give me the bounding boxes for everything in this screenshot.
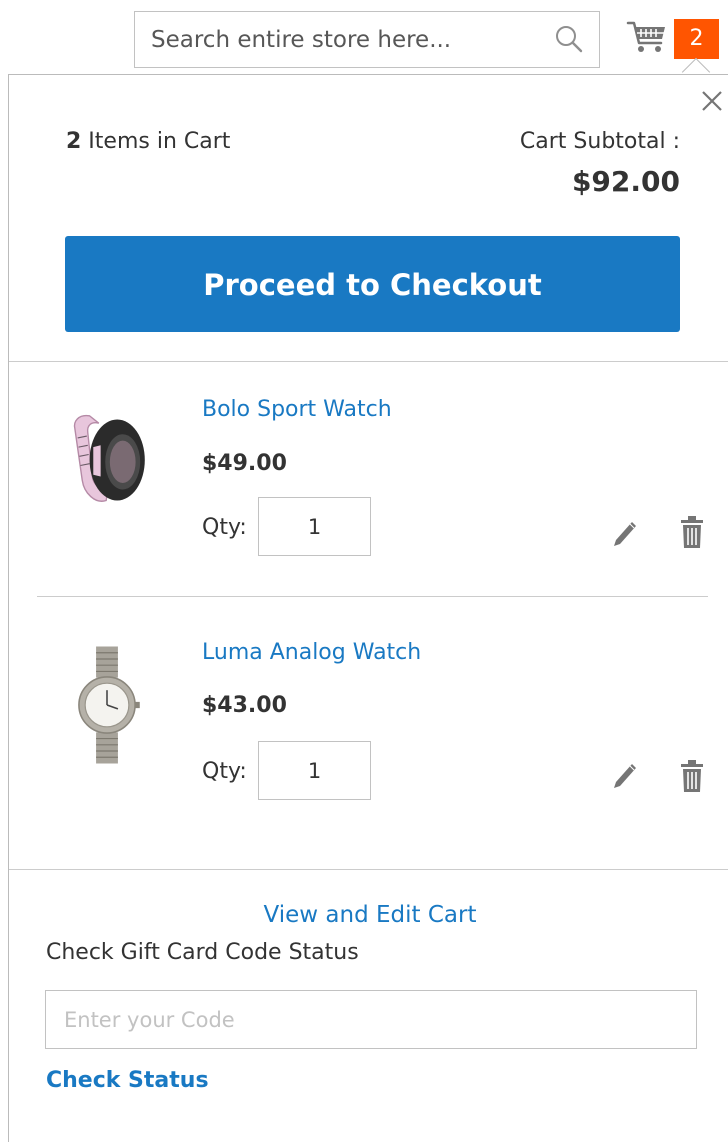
qty-label: Qty: [202,515,247,540]
cart-item-price: $49.00 [202,451,287,476]
items-count-number: 2 [66,129,82,154]
subtotal-label: Cart Subtotal : [519,129,680,154]
divider [9,869,728,870]
page: 2 2 Items in Cart Cart Subtotal : $92.00… [0,0,728,1142]
bolo-sport-watch-image[interactable] [62,404,154,516]
proceed-to-checkout-button[interactable]: Proceed to Checkout [65,236,680,332]
trash-icon[interactable] [677,758,707,794]
check-status-link[interactable]: Check Status [46,1068,209,1093]
item-divider [37,596,708,597]
giftcard-heading: Check Gift Card Code Status [46,940,359,965]
trash-icon[interactable] [677,514,707,550]
search-input[interactable] [135,12,535,67]
cart-icon[interactable] [625,17,669,57]
qty-label: Qty: [202,759,247,784]
minicart-dropdown [8,74,728,1142]
qty-input[interactable] [258,741,371,800]
qty-input[interactable] [258,497,371,556]
divider [9,361,728,362]
luma-analog-watch-image[interactable] [68,632,146,778]
subtotal-amount: $92.00 [571,165,680,198]
giftcard-code-input[interactable] [45,990,697,1049]
cart-item-name[interactable]: Luma Analog Watch [202,640,421,665]
items-count-label: Items in Cart [81,129,231,154]
pencil-icon[interactable] [610,758,640,794]
search-box [134,11,600,68]
view-and-edit-cart-link[interactable]: View and Edit Cart [0,902,728,928]
cart-item-price: $43.00 [202,693,287,718]
items-in-cart: 2 Items in Cart [66,129,230,154]
pencil-icon[interactable] [610,516,640,552]
close-icon[interactable] [699,88,725,114]
cart-item-name[interactable]: Bolo Sport Watch [202,397,392,422]
cart-counter-badge[interactable]: 2 [674,19,719,59]
search-icon[interactable] [554,24,584,54]
